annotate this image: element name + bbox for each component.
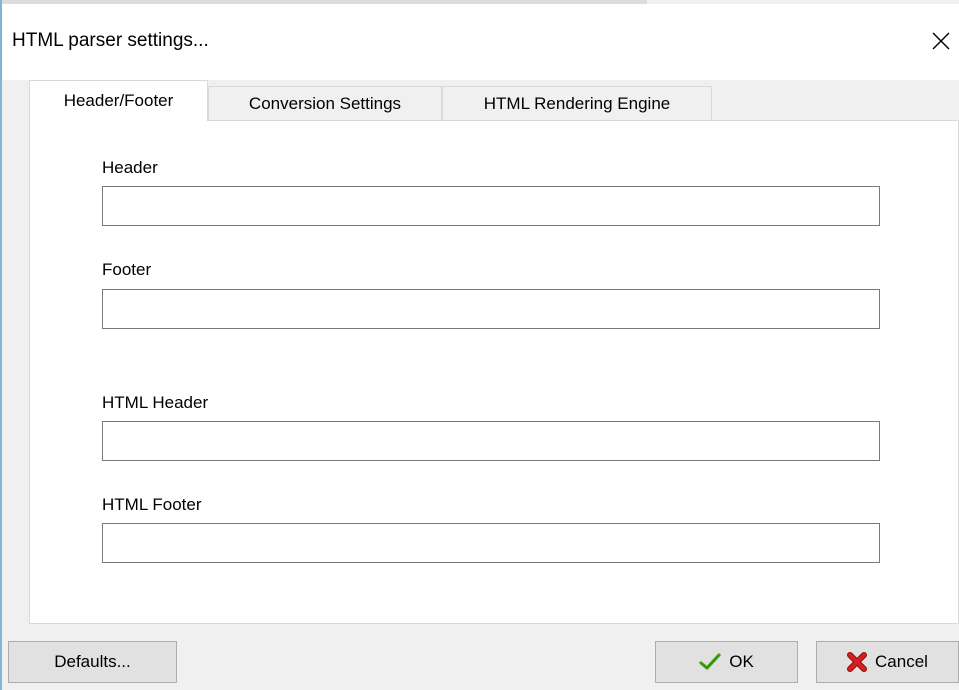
header-label: Header: [102, 158, 158, 177]
title-bar[interactable]: HTML parser settings...: [2, 4, 959, 80]
html-footer-label: HTML Footer: [102, 495, 202, 514]
defaults-button[interactable]: Defaults...: [8, 641, 177, 683]
ok-button[interactable]: OK: [655, 641, 798, 683]
defaults-button-label: Defaults...: [54, 652, 131, 671]
tab-label: Conversion Settings: [248, 93, 402, 113]
tab-conversion-settings[interactable]: Conversion Settings: [208, 86, 442, 120]
footer-label: Footer: [102, 260, 152, 279]
tab-bar: Header/Footer Conversion Settings HTML R…: [2, 80, 959, 121]
ok-button-label: OK: [729, 652, 754, 671]
tab-header-footer[interactable]: Header/Footer: [29, 80, 208, 121]
dialog-title: HTML parser settings...: [12, 30, 209, 51]
checkmark-icon: [699, 653, 721, 671]
red-x-icon: [847, 652, 868, 672]
cancel-button-label: Cancel: [875, 652, 928, 671]
header-input[interactable]: [102, 186, 880, 226]
html-footer-input[interactable]: [102, 523, 880, 563]
close-button[interactable]: [928, 28, 954, 54]
tab-panel-header-footer: Header Footer HTML Header HTML Footer: [29, 120, 959, 624]
dialog-window: HTML parser settings... Header/Footer Co…: [0, 0, 959, 690]
close-icon: [932, 32, 950, 50]
html-header-input[interactable]: [102, 421, 880, 461]
cancel-button[interactable]: Cancel: [816, 641, 959, 683]
html-header-label: HTML Header: [102, 393, 209, 412]
tab-label: Header/Footer: [63, 91, 174, 110]
tab-label: HTML Rendering Engine: [483, 93, 671, 113]
footer-input[interactable]: [102, 289, 880, 329]
tab-html-rendering-engine[interactable]: HTML Rendering Engine: [442, 86, 712, 120]
